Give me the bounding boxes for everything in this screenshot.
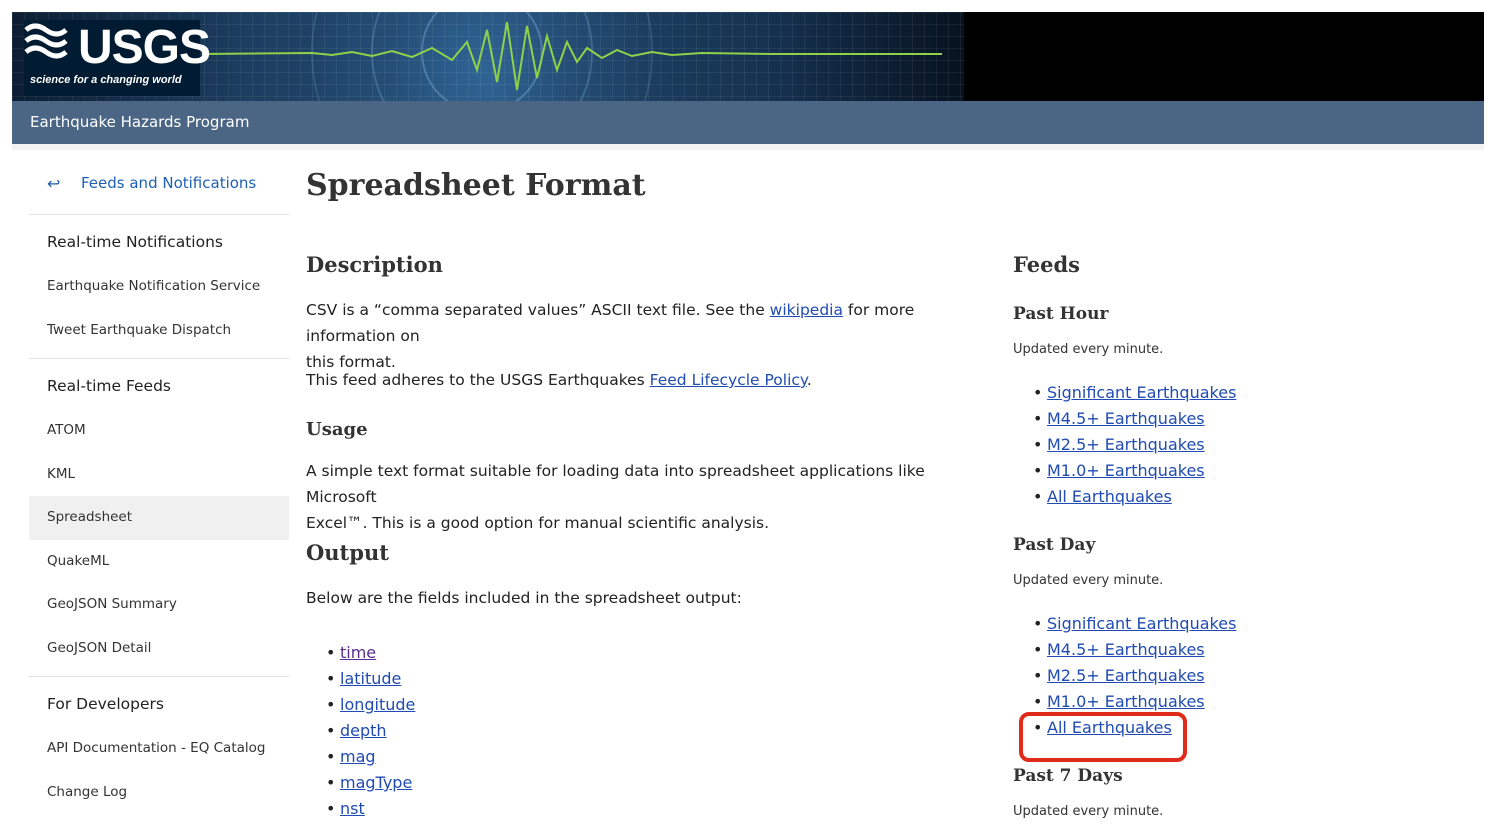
hour-m25-link[interactable]: M2.5+ Earthquakes xyxy=(1047,435,1205,454)
page-frame: USGS science for a changing world Earthq… xyxy=(12,12,1484,832)
sidebar-section-title: Real-time Feeds xyxy=(47,377,172,395)
day-m25-link[interactable]: M2.5+ Earthquakes xyxy=(1047,666,1205,685)
sidebar-section-notifications: Real-time Notifications Earthquake Notif… xyxy=(29,215,289,359)
field-link-nst[interactable]: nst xyxy=(340,799,365,818)
hour-m10-link[interactable]: M1.0+ Earthquakes xyxy=(1047,461,1205,480)
sidebar-item-geojson-summary[interactable]: GeoJSON Summary xyxy=(29,583,289,627)
sidebar-item-atom[interactable]: ATOM xyxy=(29,409,289,453)
sidebar-section-developers: For Developers API Documentation - EQ Ca… xyxy=(29,677,289,820)
field-link-time[interactable]: time xyxy=(340,643,376,662)
past-7-days-updated: Updated every minute. xyxy=(1013,804,1164,819)
sidebar-item-geojson-detail[interactable]: GeoJSON Detail xyxy=(29,627,289,671)
usgs-logo-text: USGS xyxy=(78,21,211,74)
past-hour-heading: Past Hour xyxy=(1013,304,1109,324)
sidebar-item-api-docs[interactable]: API Documentation - EQ Catalog xyxy=(29,727,289,771)
field-link-longitude[interactable]: longitude xyxy=(340,695,415,714)
hour-all-link[interactable]: All Earthquakes xyxy=(1047,487,1172,506)
usgs-banner: USGS science for a changing world xyxy=(12,12,1484,101)
usage-text: A simple text format suitable for loadin… xyxy=(306,462,925,506)
past-day-updated: Updated every minute. xyxy=(1013,573,1164,588)
list-item: M4.5+ Earthquakes xyxy=(1033,637,1236,663)
past-7-days-heading: Past 7 Days xyxy=(1013,766,1123,786)
list-item: nst xyxy=(326,796,415,822)
description-heading: Description xyxy=(306,252,443,277)
sidebar-item-change-log[interactable]: Change Log xyxy=(29,771,289,815)
past-day-heading: Past Day xyxy=(1013,535,1096,555)
description-paragraph-1: CSV is a “comma separated values” ASCII … xyxy=(306,297,976,375)
list-item: M2.5+ Earthquakes xyxy=(1033,663,1236,689)
usage-text: Excel™. This is a good option for manual… xyxy=(306,514,770,532)
output-fields-list: time latitude longitude depth mag magTyp… xyxy=(306,640,415,822)
header-divider xyxy=(12,144,1484,150)
wikipedia-link[interactable]: wikipedia xyxy=(770,301,843,319)
list-item: M2.5+ Earthquakes xyxy=(1033,432,1236,458)
back-to-feeds-link[interactable]: ↩ Feeds and Notifications xyxy=(29,162,289,215)
usage-heading: Usage xyxy=(306,419,368,440)
sidebar-item-notification-service[interactable]: Earthquake Notification Service xyxy=(29,265,289,309)
list-item: longitude xyxy=(326,692,415,718)
day-significant-link[interactable]: Significant Earthquakes xyxy=(1047,614,1236,633)
hour-significant-link[interactable]: Significant Earthquakes xyxy=(1047,383,1236,402)
page-title: Spreadsheet Format xyxy=(306,168,646,203)
sidebar-section-title: Real-time Notifications xyxy=(47,233,223,251)
day-m45-link[interactable]: M4.5+ Earthquakes xyxy=(1047,640,1205,659)
output-heading: Output xyxy=(306,540,389,565)
sidebar: ↩ Feeds and Notifications Real-time Noti… xyxy=(29,162,289,820)
usage-paragraph: A simple text format suitable for loadin… xyxy=(306,458,976,536)
field-link-depth[interactable]: depth xyxy=(340,721,387,740)
sidebar-item-spreadsheet[interactable]: Spreadsheet xyxy=(29,496,289,540)
hour-m45-link[interactable]: M4.5+ Earthquakes xyxy=(1047,409,1205,428)
output-intro: Below are the fields included in the spr… xyxy=(306,589,742,607)
back-link-label: Feeds and Notifications xyxy=(81,174,257,192)
past-hour-updated: Updated every minute. xyxy=(1013,342,1164,357)
program-title-link[interactable]: Earthquake Hazards Program xyxy=(30,113,249,131)
list-item: time xyxy=(326,640,415,666)
field-link-magtype[interactable]: magType xyxy=(340,773,412,792)
sidebar-item-tweet-dispatch[interactable]: Tweet Earthquake Dispatch xyxy=(29,309,289,353)
feeds-heading: Feeds xyxy=(1013,252,1080,277)
list-item: All Earthquakes xyxy=(1033,484,1236,510)
list-item: Significant Earthquakes xyxy=(1033,380,1236,406)
list-item: mag xyxy=(326,744,415,770)
list-item: Significant Earthquakes xyxy=(1033,611,1236,637)
list-item: depth xyxy=(326,718,415,744)
list-item: latitude xyxy=(326,666,415,692)
usgs-wave-logo-icon xyxy=(24,23,68,59)
sidebar-section-feeds: Real-time Feeds ATOM KML Spreadsheet Qua… xyxy=(29,359,289,677)
return-arrow-icon: ↩ xyxy=(47,174,61,193)
list-item: M4.5+ Earthquakes xyxy=(1033,406,1236,432)
description-text: . xyxy=(806,371,812,389)
sidebar-item-kml[interactable]: KML xyxy=(29,453,289,497)
usgs-logo[interactable]: USGS science for a changing world xyxy=(24,20,211,96)
usgs-tagline: science for a changing world xyxy=(30,74,182,86)
list-item: M1.0+ Earthquakes xyxy=(1033,458,1236,484)
sidebar-section-title: For Developers xyxy=(47,695,164,713)
day-m10-link[interactable]: M1.0+ Earthquakes xyxy=(1047,692,1205,711)
feed-lifecycle-policy-link[interactable]: Feed Lifecycle Policy xyxy=(650,371,807,389)
highlight-annotation xyxy=(1019,712,1187,762)
description-paragraph-2: This feed adheres to the USGS Earthquake… xyxy=(306,367,976,393)
field-link-mag[interactable]: mag xyxy=(340,747,376,766)
list-item: magType xyxy=(326,770,415,796)
description-text: This feed adheres to the USGS Earthquake… xyxy=(306,371,650,389)
seismogram-banner-art: USGS science for a changing world xyxy=(12,12,964,101)
past-hour-feed-list: Significant Earthquakes M4.5+ Earthquake… xyxy=(1013,380,1236,510)
description-text: CSV is a “comma separated values” ASCII … xyxy=(306,301,770,319)
program-bar: Earthquake Hazards Program xyxy=(12,101,1484,144)
field-link-latitude[interactable]: latitude xyxy=(340,669,401,688)
sidebar-item-quakeml[interactable]: QuakeML xyxy=(29,540,289,584)
